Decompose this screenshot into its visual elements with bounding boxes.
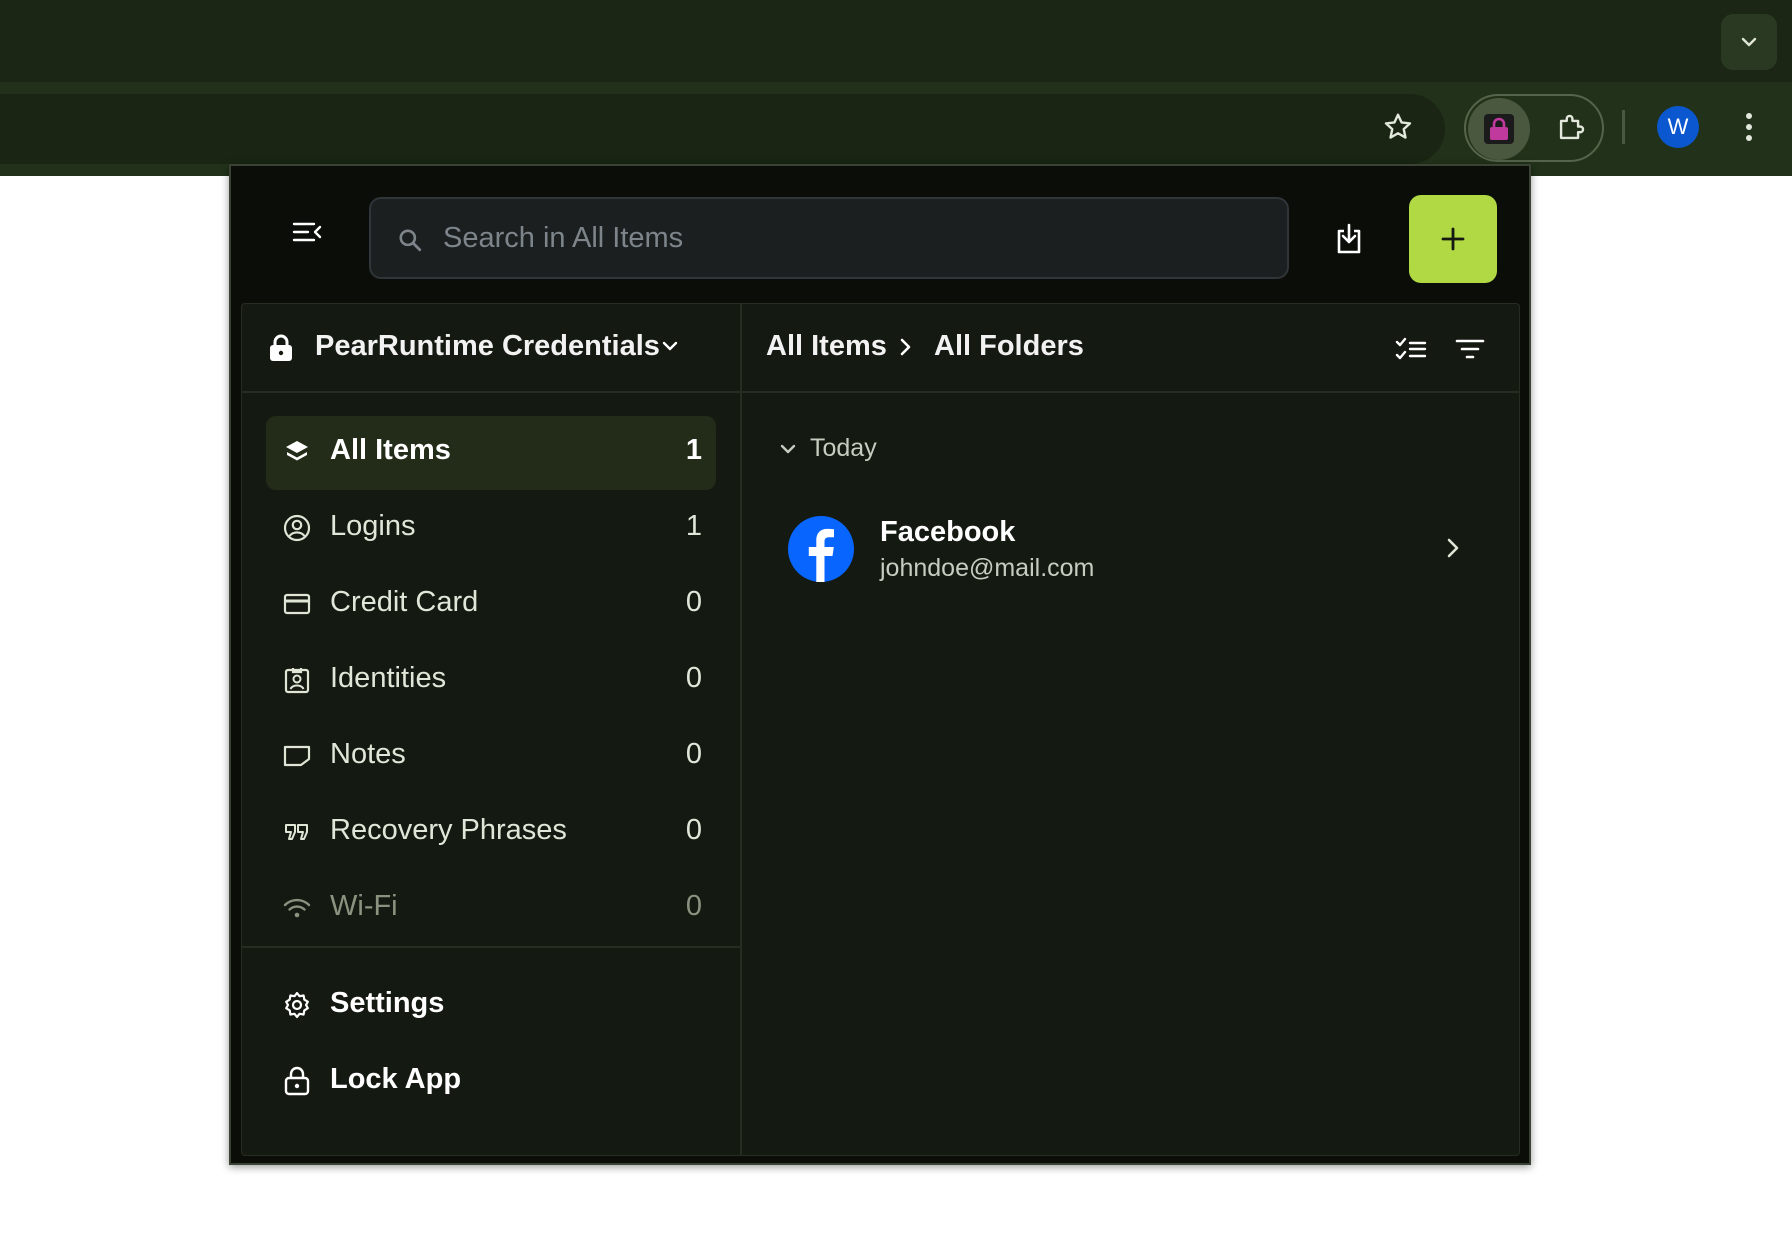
tab-search-button[interactable] bbox=[1721, 14, 1777, 70]
sidebar-item-label: Identities bbox=[330, 662, 447, 694]
lock-app-label: Lock App bbox=[330, 1063, 462, 1095]
items-list-pane: All Items All Folders Today Facebook joh… bbox=[742, 304, 1519, 1155]
credit-card-icon bbox=[283, 593, 311, 615]
multi-select-button[interactable] bbox=[1394, 334, 1428, 364]
browser-toolbar: W bbox=[0, 82, 1792, 176]
chevron-right-icon bbox=[1447, 538, 1459, 558]
group-header-today[interactable]: Today bbox=[778, 434, 877, 463]
pearpass-popup: PearRuntime Credentials All Items 1 Logi… bbox=[229, 164, 1531, 1165]
sidebar-item-label: All Items bbox=[330, 434, 451, 466]
id-badge-icon bbox=[284, 668, 310, 694]
sidebar-item-label: Notes bbox=[330, 738, 406, 770]
sidebar-item-identities[interactable]: Identities 0 bbox=[266, 644, 716, 718]
vault-name: PearRuntime Credentials bbox=[315, 330, 660, 362]
vault-selector[interactable]: PearRuntime Credentials bbox=[242, 304, 742, 393]
settings-button[interactable]: Settings bbox=[266, 969, 716, 1043]
sidebar-item-label: Credit Card bbox=[330, 586, 479, 618]
import-button[interactable] bbox=[1331, 220, 1367, 258]
sidebar-divider bbox=[242, 946, 740, 948]
add-item-button[interactable] bbox=[1409, 195, 1497, 283]
plus-icon bbox=[1441, 227, 1465, 251]
sidebar-item-count: 1 bbox=[685, 510, 702, 542]
group-label: Today bbox=[810, 434, 877, 462]
bookmark-star-button[interactable] bbox=[1378, 107, 1418, 147]
sidebar-item-label: Recovery Phrases bbox=[330, 814, 567, 846]
item-subtitle: johndoe@mail.com bbox=[880, 554, 1095, 582]
puzzle-icon bbox=[1559, 114, 1585, 140]
note-icon bbox=[283, 745, 311, 767]
breadcrumb-all-folders[interactable]: All Folders bbox=[934, 330, 1084, 363]
search-icon bbox=[399, 229, 422, 252]
download-tray-icon bbox=[1337, 223, 1361, 254]
sidebar-item-notes[interactable]: Notes 0 bbox=[266, 720, 716, 794]
sidebar-item-count: 1 bbox=[685, 434, 702, 466]
sidebar: PearRuntime Credentials All Items 1 Logi… bbox=[242, 304, 742, 1155]
toolbar-divider bbox=[1622, 110, 1625, 144]
star-icon bbox=[1384, 113, 1412, 139]
search-field[interactable] bbox=[369, 197, 1289, 279]
chevron-down-icon bbox=[662, 341, 678, 351]
sidebar-item-recovery-phrases[interactable]: Recovery Phrases 0 bbox=[266, 796, 716, 870]
menu-collapse-icon bbox=[292, 222, 322, 242]
sidebar-item-label: Logins bbox=[330, 510, 416, 542]
item-title: Facebook bbox=[880, 516, 1016, 548]
sidebar-item-count: 0 bbox=[685, 738, 702, 770]
sidebar-item-label: Wi-Fi bbox=[330, 890, 398, 922]
pearpass-extension-button[interactable] bbox=[1468, 98, 1530, 160]
browser-tab-strip bbox=[0, 0, 1792, 82]
collapse-sidebar-button[interactable] bbox=[291, 216, 323, 248]
sidebar-item-credit-card[interactable]: Credit Card 0 bbox=[266, 568, 716, 642]
category-nav: All Items 1 Logins 1 Credit Card 0 Ident… bbox=[266, 416, 716, 948]
lock-icon bbox=[270, 334, 292, 361]
browser-menu-button[interactable] bbox=[1737, 107, 1761, 147]
profile-avatar[interactable]: W bbox=[1657, 106, 1699, 148]
gear-icon bbox=[285, 991, 309, 1019]
lock-app-button[interactable]: Lock App bbox=[266, 1045, 716, 1119]
chevron-down-icon bbox=[1741, 37, 1757, 47]
search-input[interactable] bbox=[443, 217, 1263, 259]
vault-panel: PearRuntime Credentials All Items 1 Logi… bbox=[241, 303, 1520, 1156]
sidebar-item-count: 0 bbox=[685, 814, 702, 846]
lock-icon bbox=[1490, 117, 1508, 140]
sidebar-footer: Settings Lock App bbox=[266, 969, 716, 1121]
wifi-icon bbox=[283, 898, 311, 918]
sort-filter-button[interactable] bbox=[1453, 334, 1487, 364]
layers-icon bbox=[286, 441, 308, 461]
sidebar-item-count: 0 bbox=[685, 890, 702, 922]
settings-label: Settings bbox=[330, 987, 445, 1019]
sidebar-item-wifi[interactable]: Wi-Fi 0 bbox=[266, 872, 716, 946]
chevron-right-icon bbox=[900, 338, 911, 356]
checklist-icon bbox=[1395, 337, 1427, 360]
extensions-menu-button[interactable] bbox=[1550, 107, 1592, 149]
breadcrumb-all-items[interactable]: All Items bbox=[766, 330, 887, 363]
lock-icon bbox=[284, 1066, 310, 1096]
sidebar-item-logins[interactable]: Logins 1 bbox=[266, 492, 716, 566]
address-bar[interactable] bbox=[0, 94, 1445, 164]
more-vertical-icon bbox=[1746, 113, 1752, 141]
facebook-icon bbox=[788, 516, 854, 582]
list-item[interactable]: Facebook johndoe@mail.com bbox=[762, 504, 1499, 594]
sidebar-item-count: 0 bbox=[685, 662, 702, 694]
user-circle-icon bbox=[283, 514, 311, 542]
quote-icon bbox=[285, 824, 308, 840]
sidebar-item-all-items[interactable]: All Items 1 bbox=[266, 416, 716, 490]
chevron-down-icon bbox=[780, 444, 796, 453]
breadcrumb: All Items All Folders bbox=[742, 304, 1519, 393]
filter-icon bbox=[1455, 339, 1485, 359]
sidebar-item-count: 0 bbox=[685, 586, 702, 618]
